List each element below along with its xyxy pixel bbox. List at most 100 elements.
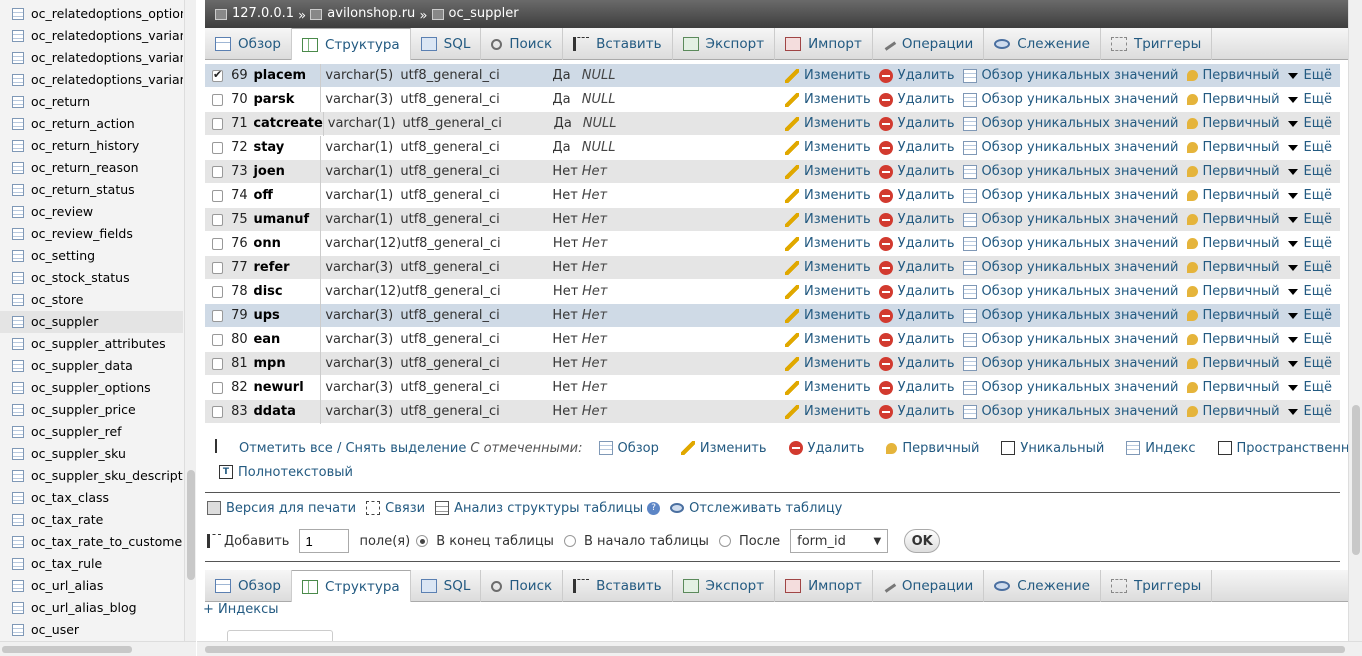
- browse-distinct-button[interactable]: Обзор уникальных значений: [962, 356, 1179, 371]
- row-checkbox[interactable]: [212, 93, 224, 106]
- nav-table-item[interactable]: oc_suppler_price: [0, 399, 183, 421]
- browse-distinct-button[interactable]: Обзор уникальных значений: [962, 92, 1179, 107]
- delete-button[interactable]: Удалить: [878, 140, 955, 155]
- edit-button[interactable]: Изменить: [785, 164, 871, 179]
- nav-table-item[interactable]: oc_tax_rule: [0, 553, 183, 575]
- nav-hscroll-thumb[interactable]: [2, 646, 132, 653]
- delete-button[interactable]: Удалить: [878, 188, 955, 203]
- tab-structure[interactable]: Структура: [291, 28, 411, 60]
- fulltext-button[interactable]: T Полнотекстовый: [219, 465, 353, 480]
- print-view-link[interactable]: Версия для печати: [207, 501, 356, 516]
- tab-export[interactable]: Экспорт: [673, 28, 776, 60]
- nav-table-label[interactable]: oc_relatedoptions_variant_: [31, 47, 183, 69]
- edit-button[interactable]: Изменить: [785, 236, 871, 251]
- primary-key-button[interactable]: Первичный: [1186, 380, 1280, 395]
- row-checkbox[interactable]: [212, 117, 224, 130]
- tab-triggers[interactable]: Триггеры: [1101, 28, 1213, 60]
- with-selected-browse-button[interactable]: Обзор: [598, 441, 659, 456]
- edit-button[interactable]: Изменить: [785, 260, 871, 275]
- nav-table-label[interactable]: oc_setting: [31, 245, 95, 267]
- primary-key-button[interactable]: Первичный: [1186, 356, 1280, 371]
- nav-table-item[interactable]: oc_suppler_data: [0, 355, 183, 377]
- nav-table-label[interactable]: oc_tax_class: [31, 487, 109, 509]
- nav-table-label[interactable]: oc_suppler_price: [31, 399, 136, 421]
- nav-table-item[interactable]: oc_suppler_sku: [0, 443, 183, 465]
- row-checkbox[interactable]: [212, 68, 224, 82]
- browse-distinct-button[interactable]: Обзор уникальных значений: [962, 116, 1179, 131]
- column-name[interactable]: parsk: [249, 87, 322, 112]
- main-hscroll-thumb[interactable]: [205, 646, 1345, 653]
- edit-button[interactable]: Изменить: [785, 68, 871, 83]
- nav-table-label[interactable]: oc_suppler_options: [31, 377, 151, 399]
- tab-tracking[interactable]: Слежение: [984, 570, 1101, 602]
- column-name[interactable]: umanuf: [249, 207, 322, 232]
- nav-table-label[interactable]: oc_suppler_sku_descriptio: [31, 465, 183, 487]
- nav-table-item[interactable]: oc_return_reason: [0, 157, 183, 179]
- tab-sql[interactable]: SQL: [411, 570, 482, 602]
- nav-table-item[interactable]: oc_suppler_sku_descriptio: [0, 465, 183, 487]
- browse-distinct-button[interactable]: Обзор уникальных значений: [962, 260, 1179, 275]
- column-name[interactable]: off: [249, 183, 322, 208]
- primary-key-button[interactable]: Первичный: [1186, 284, 1280, 299]
- row-checkbox[interactable]: [212, 189, 224, 202]
- nav-table-label[interactable]: oc_store: [31, 289, 83, 311]
- nav-table-label[interactable]: oc_suppler_ref: [31, 421, 122, 443]
- edit-button[interactable]: Изменить: [785, 332, 871, 347]
- nav-table-item[interactable]: oc_relatedoptions_variant: [0, 25, 183, 47]
- browse-distinct-button[interactable]: Обзор уникальных значений: [962, 332, 1179, 347]
- column-name[interactable]: ddata: [249, 399, 322, 424]
- delete-button[interactable]: Удалить: [878, 164, 955, 179]
- nav-table-label[interactable]: oc_tax_rule: [31, 553, 102, 575]
- tab-import[interactable]: Импорт: [775, 570, 873, 602]
- more-dropdown[interactable]: Ещё: [1287, 284, 1332, 299]
- column-name[interactable]: disc: [249, 279, 322, 304]
- tab-insert[interactable]: Вставить: [563, 28, 673, 60]
- tab-sql[interactable]: SQL: [411, 28, 482, 60]
- primary-key-button[interactable]: Первичный: [1186, 212, 1280, 227]
- tab-tracking[interactable]: Слежение: [984, 28, 1101, 60]
- delete-button[interactable]: Удалить: [878, 260, 955, 275]
- field-count-input[interactable]: [299, 529, 350, 553]
- row-checkbox[interactable]: [212, 405, 224, 418]
- delete-button[interactable]: Удалить: [878, 332, 955, 347]
- delete-button[interactable]: Удалить: [878, 68, 955, 83]
- nav-table-item[interactable]: oc_relatedoptions_variant_: [0, 69, 183, 91]
- nav-vertical-scrollbar[interactable]: [184, 0, 196, 641]
- more-dropdown[interactable]: Ещё: [1287, 164, 1332, 179]
- main-scroll-thumb[interactable]: [1352, 405, 1360, 555]
- more-dropdown[interactable]: Ещё: [1287, 68, 1332, 83]
- delete-button[interactable]: Удалить: [878, 308, 955, 323]
- nav-table-item[interactable]: oc_suppler: [0, 311, 183, 333]
- primary-key-button[interactable]: Первичный: [1186, 116, 1280, 131]
- more-dropdown[interactable]: Ещё: [1287, 92, 1332, 107]
- edit-button[interactable]: Изменить: [785, 356, 871, 371]
- more-dropdown[interactable]: Ещё: [1287, 380, 1332, 395]
- at-begin-radio[interactable]: [563, 535, 576, 547]
- nav-table-label[interactable]: oc_return_status: [31, 179, 135, 201]
- nav-horizontal-scrollbar[interactable]: [0, 641, 196, 656]
- nav-table-item[interactable]: oc_url_alias: [0, 575, 183, 597]
- browse-distinct-button[interactable]: Обзор уникальных значений: [962, 164, 1179, 179]
- primary-key-button[interactable]: Первичный: [1186, 164, 1280, 179]
- column-name[interactable]: placem: [249, 63, 322, 88]
- browse-distinct-button[interactable]: Обзор уникальных значений: [962, 308, 1179, 323]
- nav-table-label[interactable]: oc_url_alias_blog: [31, 597, 137, 619]
- primary-key-button[interactable]: Первичный: [1186, 140, 1280, 155]
- nav-table-label[interactable]: oc_return_history: [31, 135, 139, 157]
- nav-table-item[interactable]: oc_setting: [0, 245, 183, 267]
- more-dropdown[interactable]: Ещё: [1287, 332, 1332, 347]
- browse-distinct-button[interactable]: Обзор уникальных значений: [962, 284, 1179, 299]
- nav-table-label[interactable]: oc_url_alias: [31, 575, 103, 597]
- primary-key-button[interactable]: Первичный: [1186, 332, 1280, 347]
- column-name[interactable]: mpn: [249, 351, 322, 376]
- primary-key-button[interactable]: Первичный: [1186, 68, 1280, 83]
- row-checkbox[interactable]: [212, 309, 224, 322]
- edit-button[interactable]: Изменить: [785, 140, 871, 155]
- track-table-link[interactable]: Отслеживать таблицу: [670, 501, 842, 516]
- tab-structure[interactable]: Структура: [291, 570, 411, 602]
- delete-button[interactable]: Удалить: [878, 380, 955, 395]
- after-radio[interactable]: [718, 535, 731, 547]
- with-selected-spatial-button[interactable]: Пространственный: [1217, 441, 1348, 456]
- edit-button[interactable]: Изменить: [785, 116, 871, 131]
- nav-table-item[interactable]: oc_suppler_attributes: [0, 333, 183, 355]
